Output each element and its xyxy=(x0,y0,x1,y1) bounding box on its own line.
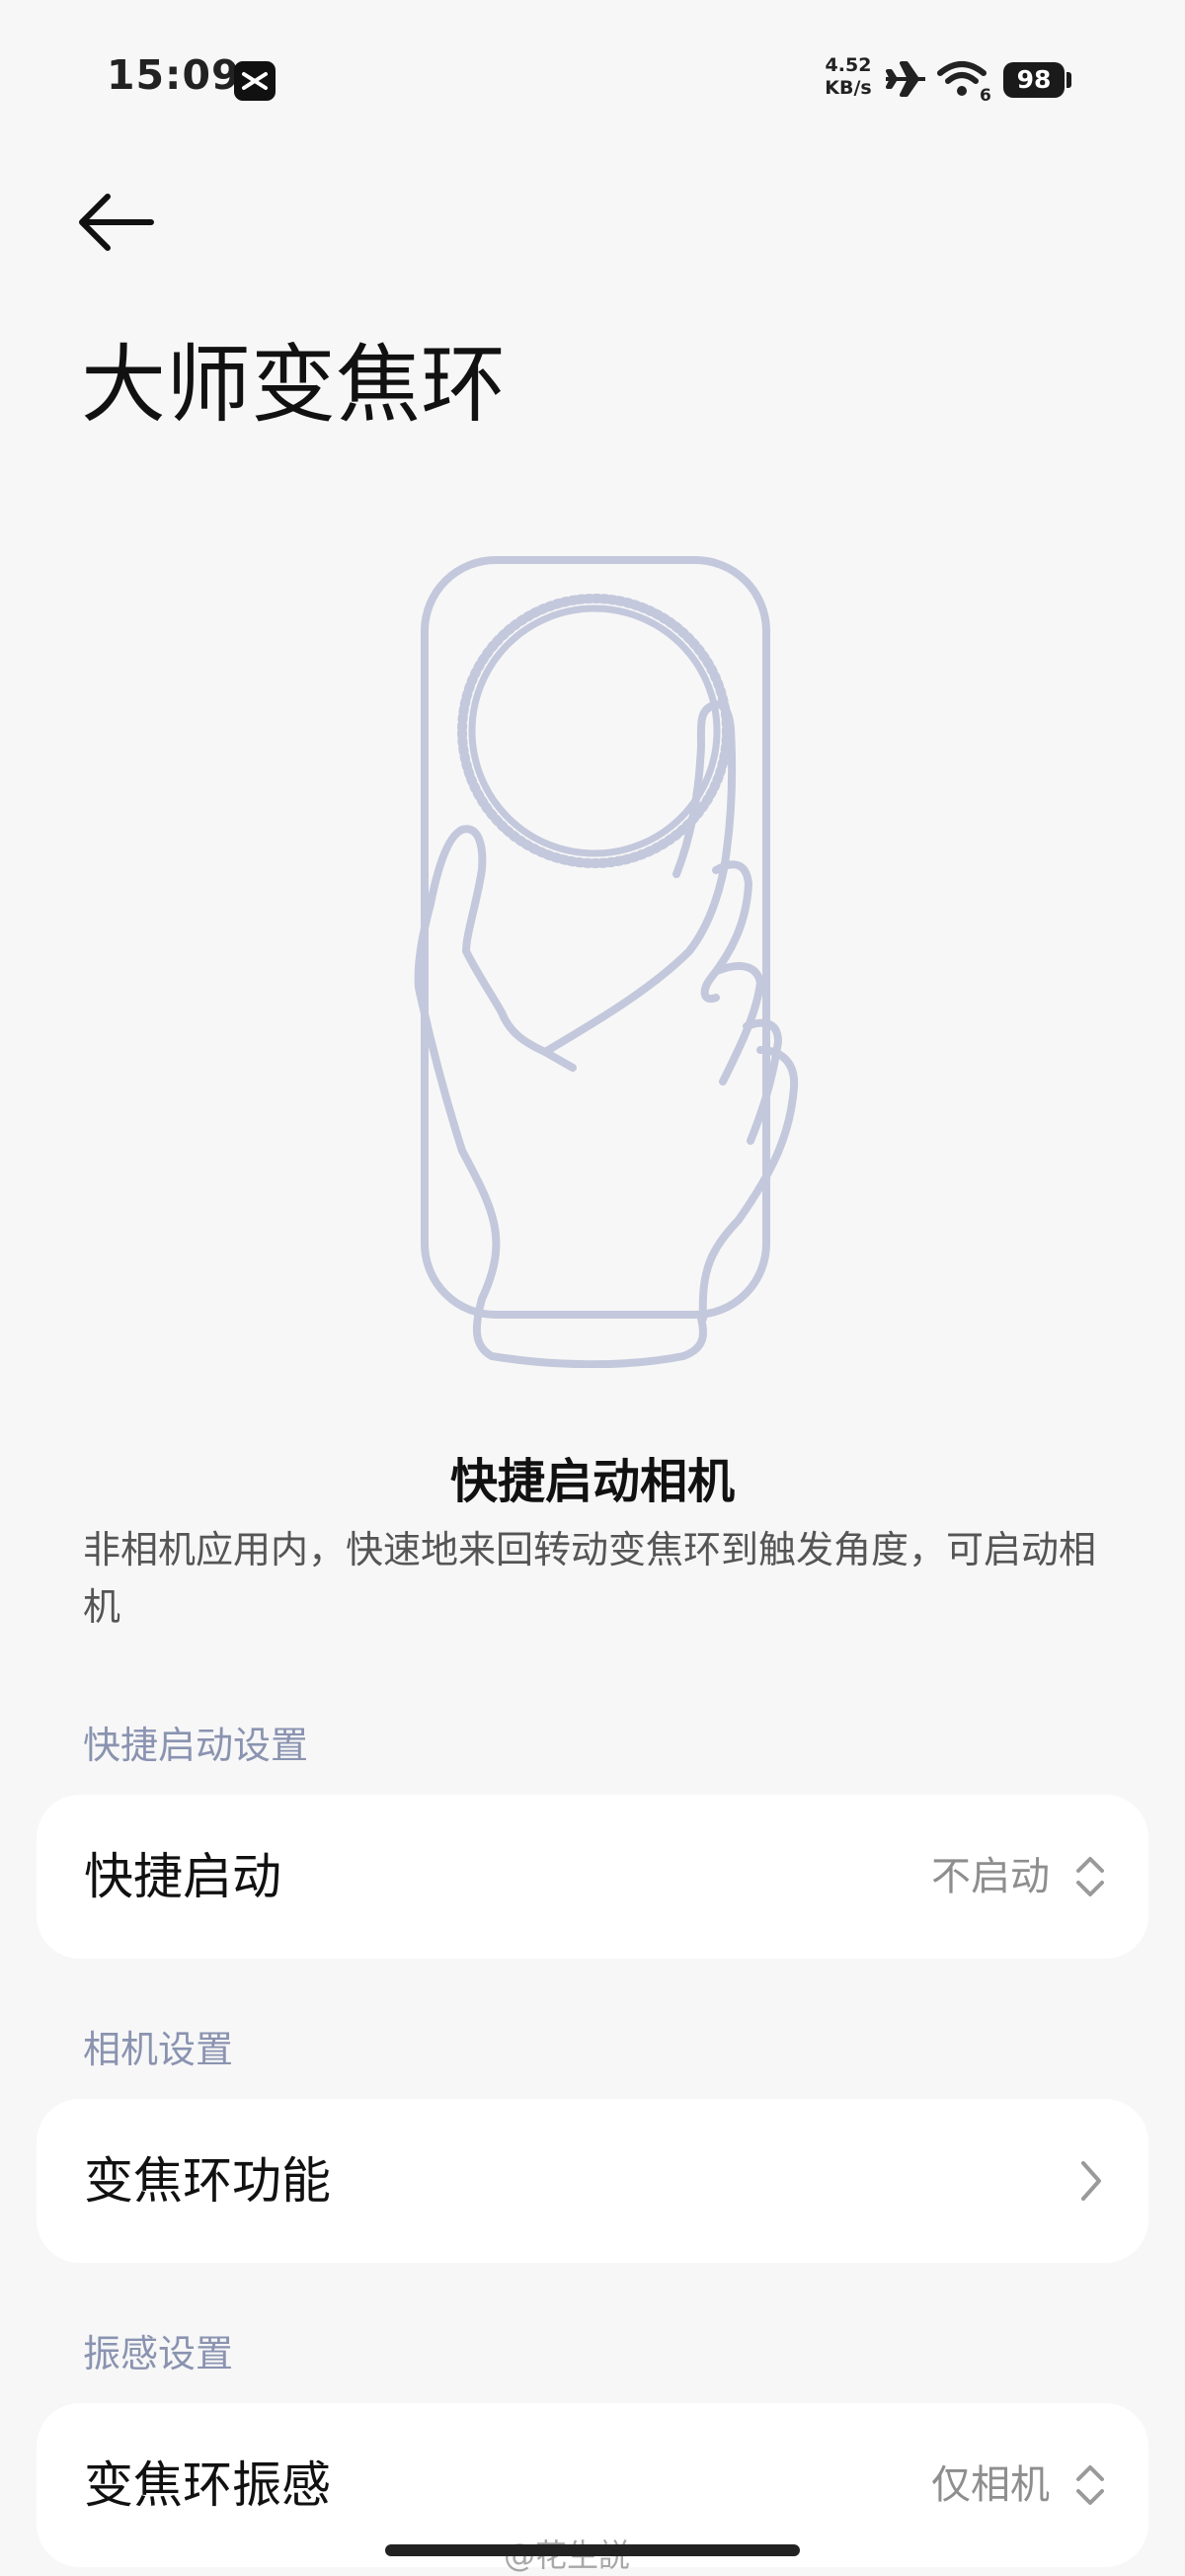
setting-value: 不启动 xyxy=(931,1854,1050,1899)
arrow-left-icon xyxy=(79,194,154,251)
airplane-icon xyxy=(886,61,925,97)
setting-value: 仅相机 xyxy=(931,2462,1050,2508)
net-speed-value: 4.52 xyxy=(825,54,872,76)
wifi-badge: 6 xyxy=(980,86,991,103)
chevron-up-down-icon xyxy=(1076,1857,1104,1896)
back-button[interactable] xyxy=(74,183,163,262)
chevron-right-icon xyxy=(1081,2161,1101,2201)
net-speed-unit: KB/s xyxy=(825,77,872,99)
app-notification-icon xyxy=(234,61,276,101)
home-indicator[interactable] xyxy=(385,2544,800,2556)
zoom-ring-illustration xyxy=(375,548,869,1369)
setting-label: 变焦环功能 xyxy=(84,2152,331,2210)
status-bar: 15:09 4.52 KB/s 6 98 xyxy=(0,0,1185,148)
status-time: 15:09 xyxy=(107,51,241,99)
battery-icon: 98 xyxy=(1003,62,1065,98)
setting-quick-launch[interactable]: 快捷启动 不启动 xyxy=(37,1795,1148,1959)
section-label-camera: 相机设置 xyxy=(83,2028,234,2071)
wifi-icon: 6 xyxy=(937,61,991,103)
battery-cap xyxy=(1066,72,1071,88)
setting-label: 变焦环振感 xyxy=(84,2456,331,2514)
setting-label: 快捷启动 xyxy=(84,1848,281,1905)
page-title: 大师变焦环 xyxy=(81,336,506,435)
section-label-vibration: 振感设置 xyxy=(83,2332,234,2375)
setting-zoom-ring-function[interactable]: 变焦环功能 xyxy=(37,2099,1148,2263)
net-speed: 4.52 KB/s xyxy=(818,54,879,100)
feature-title: 快捷启动相机 xyxy=(449,1454,735,1509)
chevron-up-down-icon xyxy=(1076,2465,1104,2505)
feature-description: 非相机应用内，快速地来回转动变焦环到触发角度，可启动相机 xyxy=(83,1528,1097,1629)
section-label-quick-launch: 快捷启动设置 xyxy=(83,1724,309,1767)
